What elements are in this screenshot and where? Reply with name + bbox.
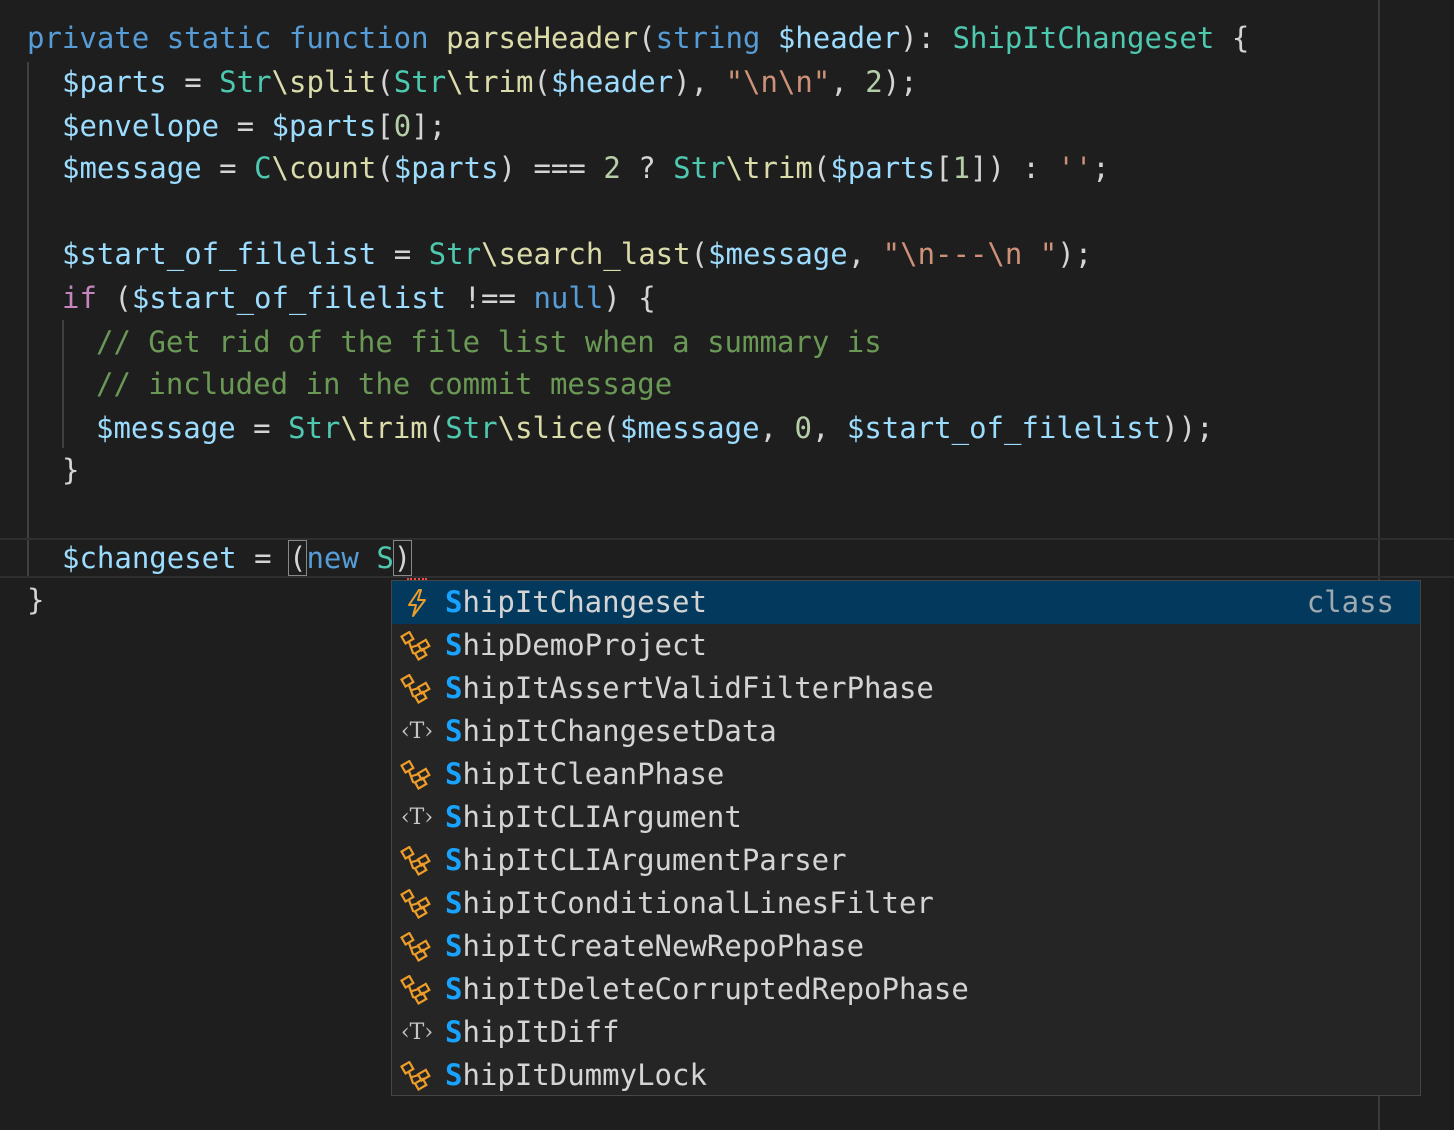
- label-rest: hipItAssertValidFilterPhase: [462, 671, 934, 705]
- bolt-icon: [398, 581, 436, 624]
- suggestion-item[interactable]: ShipItConditionalLinesFilter: [392, 882, 1420, 925]
- match-highlight: S: [445, 757, 463, 791]
- suggestion-item[interactable]: ShipItDummyLock: [392, 1054, 1420, 1097]
- code-editor[interactable]: private static function parseHeader(stri…: [0, 0, 1454, 1130]
- suggestion-label: ShipItCLIArgument: [445, 796, 742, 839]
- code-line-3[interactable]: $envelope = $parts[0];: [62, 106, 446, 146]
- label-rest: hipItDiff: [462, 1015, 620, 1049]
- code-line-7[interactable]: // Get rid of the file list when a summa…: [96, 322, 882, 362]
- suggestion-item[interactable]: ShipItChangeset class: [392, 581, 1420, 624]
- suggestion-item[interactable]: ShipItAssertValidFilterPhase: [392, 667, 1420, 710]
- label-rest: hipItCLIArgumentParser: [462, 843, 847, 877]
- suggestion-detail: class: [1306, 585, 1394, 619]
- suggestion-label: ShipItChangesetData: [445, 710, 777, 753]
- error-squiggle: [407, 572, 427, 580]
- code-line-5[interactable]: $start_of_filelist = Str\search_last($me…: [62, 234, 1092, 274]
- class-icon: [398, 753, 436, 796]
- code-line-6[interactable]: if ($start_of_filelist !== null) {: [62, 278, 656, 318]
- match-highlight: S: [445, 714, 463, 748]
- indent-guide: [27, 62, 29, 578]
- label-rest: hipItConditionalLinesFilter: [462, 886, 934, 920]
- suggestion-item[interactable]: ‹T› ShipItDiff: [392, 1011, 1420, 1054]
- suggestion-label: ShipItAssertValidFilterPhase: [445, 667, 934, 710]
- type-parameter-icon: ‹T›: [400, 805, 434, 830]
- match-highlight: S: [445, 585, 463, 619]
- suggestion-label: ShipItConditionalLinesFilter: [445, 882, 934, 925]
- indent-guide: [62, 320, 64, 448]
- suggestion-label: ShipItDeleteCorruptedRepoPhase: [445, 968, 969, 1011]
- suggestion-item[interactable]: ShipItCreateNewRepoPhase: [392, 925, 1420, 968]
- suggestion-item[interactable]: ShipDemoProject: [392, 624, 1420, 667]
- suggestion-label: ShipItCreateNewRepoPhase: [445, 925, 864, 968]
- class-icon: [398, 925, 436, 968]
- label-rest: hipItChangeset: [462, 585, 707, 619]
- autocomplete-suggest-widget[interactable]: ShipItChangeset class ShipDemoProject ShipI…: [391, 580, 1421, 1096]
- suggestion-item[interactable]: ShipItCleanPhase: [392, 753, 1420, 796]
- label-rest: hipItDeleteCorruptedRepoPhase: [462, 972, 969, 1006]
- suggestion-item[interactable]: ShipItDeleteCorruptedRepoPhase: [392, 968, 1420, 1011]
- match-highlight: S: [445, 628, 463, 662]
- label-rest: hipItDummyLock: [462, 1058, 707, 1092]
- match-highlight: S: [445, 800, 463, 834]
- match-highlight: S: [445, 1015, 463, 1049]
- code-line-2[interactable]: $parts = Str\split(Str\trim($header), "\…: [62, 62, 918, 102]
- suggestion-label: ShipItCLIArgumentParser: [445, 839, 847, 882]
- type-parameter-icon: ‹T›: [400, 1020, 434, 1045]
- label-rest: hipItCreateNewRepoPhase: [462, 929, 865, 963]
- suggestion-item[interactable]: ‹T› ShipItCLIArgument: [392, 796, 1420, 839]
- code-line-4[interactable]: $message = C\count($parts) === 2 ? Str\t…: [62, 148, 1110, 188]
- suggestion-item[interactable]: ShipItCLIArgumentParser: [392, 839, 1420, 882]
- suggestion-label: ShipItChangeset: [445, 581, 707, 624]
- class-icon: [398, 839, 436, 882]
- match-highlight: S: [445, 972, 463, 1006]
- label-rest: hipItChangesetData: [462, 714, 777, 748]
- code-line-12[interactable]: }: [27, 580, 44, 620]
- class-icon: [398, 667, 436, 710]
- class-icon: [398, 968, 436, 1011]
- code-line-9[interactable]: $message = Str\trim(Str\slice($message, …: [96, 408, 1214, 448]
- code-line-8[interactable]: // included in the commit message: [96, 364, 672, 404]
- suggestion-item[interactable]: ‹T› ShipItChangesetData: [392, 710, 1420, 753]
- code-line-1[interactable]: private static function parseHeader(stri…: [27, 18, 1249, 58]
- class-icon: [398, 624, 436, 667]
- code-line-10[interactable]: }: [62, 450, 79, 490]
- match-highlight: S: [445, 671, 463, 705]
- match-highlight: S: [445, 1058, 463, 1092]
- label-rest: hipItCLIArgument: [462, 800, 742, 834]
- suggestion-label: ShipDemoProject: [445, 624, 707, 667]
- matching-bracket-open: (: [287, 540, 308, 576]
- suggestion-label: ShipItDummyLock: [445, 1054, 707, 1097]
- matching-bracket-close: ): [392, 540, 413, 576]
- class-icon: [398, 882, 436, 925]
- type-parameter-icon: ‹T›: [400, 719, 434, 744]
- class-icon: [398, 1054, 436, 1097]
- suggestion-label: ShipItCleanPhase: [445, 753, 724, 796]
- suggestion-label: ShipItDiff: [445, 1011, 620, 1054]
- code-line-11[interactable]: $changeset = (new S): [62, 538, 413, 578]
- label-rest: hipItCleanPhase: [462, 757, 725, 791]
- label-rest: hipDemoProject: [462, 628, 707, 662]
- match-highlight: S: [445, 843, 463, 877]
- match-highlight: S: [445, 929, 463, 963]
- typed-text: S: [376, 541, 394, 575]
- match-highlight: S: [445, 886, 463, 920]
